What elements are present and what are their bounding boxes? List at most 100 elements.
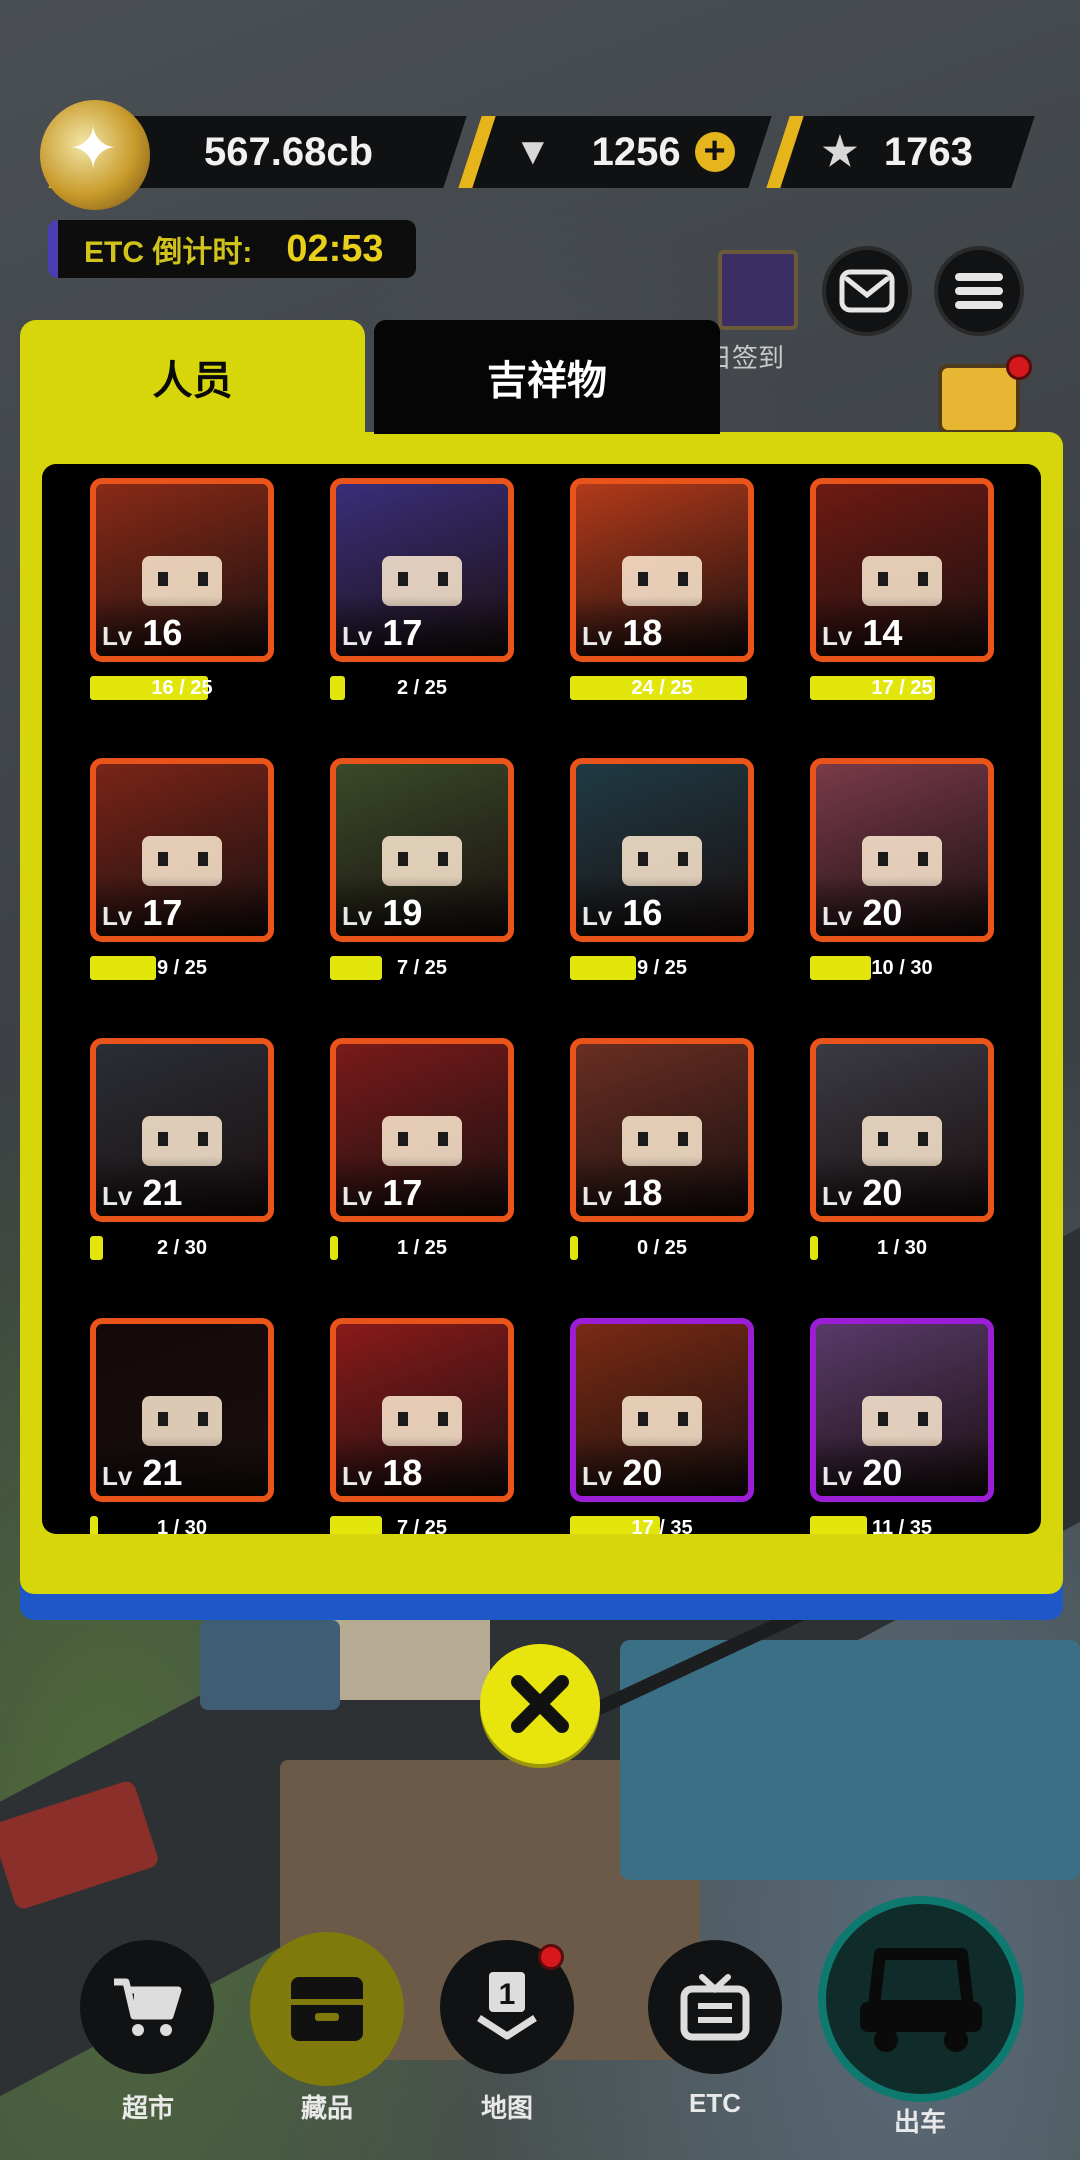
menu-button[interactable] [934,246,1024,336]
staff-card[interactable]: Lv 17 1 / 25 [330,1038,514,1260]
progress-text: 2 / 30 [156,1237,208,1259]
upgrade-progress-bar: 17 / 25 [810,676,994,700]
nav-collection-label: 藏品 [300,2093,353,2123]
staff-level: Lv 20 [582,1452,662,1494]
progress-text: 17 / 25 [871,677,933,699]
level-tag: Lv [342,901,373,931]
upgrade-progress-bar: 0 / 25 [570,1236,754,1260]
svg-text:1: 1 [499,1978,516,2011]
level-tag: Lv [342,1181,373,1211]
level-tag: Lv [102,1181,133,1211]
character-eye [918,1412,928,1426]
staff-card[interactable]: Lv 16 9 / 25 [570,758,754,980]
star-balance: 1763 [883,129,973,174]
level-tag: Lv [582,621,613,651]
staff-card[interactable]: Lv 20 17 / 35 [570,1318,754,1534]
staff-portrait: Lv 14 [810,478,994,662]
staff-card[interactable]: Lv 17 9 / 25 [90,758,274,980]
level-number: 16 [622,892,663,933]
staff-card[interactable]: Lv 19 7 / 25 [330,758,514,980]
nav-etc-button[interactable] [648,1940,782,2074]
level-tag: Lv [342,1461,373,1491]
staff-level: Lv 18 [582,612,662,654]
staff-card[interactable]: Lv 20 11 / 35 [810,1318,994,1534]
nav-etc-label: ETC [689,2088,741,2118]
upgrade-progress-bar: 1 / 30 [810,1236,994,1260]
staff-portrait: Lv 19 [330,758,514,942]
mail-button[interactable] [822,246,912,336]
level-number: 20 [862,1172,903,1213]
staff-portrait: Lv 21 [90,1038,274,1222]
level-tag: Lv [582,1461,613,1491]
staff-level: Lv 16 [102,612,182,654]
level-tag: Lv [102,901,133,931]
character-eye [198,572,208,586]
level-number: 18 [382,1452,423,1493]
upgrade-progress-bar: 17 / 35 [570,1516,754,1534]
progress-text: 1 / 25 [396,1237,448,1259]
nav-supermarket-button[interactable] [80,1940,214,2074]
etc-countdown-time: 02:53 [286,227,384,270]
nav-collection-button[interactable] [250,1932,404,2086]
tab-mascot-label: 吉祥物 [487,359,607,403]
character-eye [638,572,648,586]
character-eye [438,1132,448,1146]
character-eye [158,1412,168,1426]
staff-level: Lv 18 [582,1172,662,1214]
character-eye [438,852,448,866]
character-eye [638,1412,648,1426]
coin-balance: 567.68cb [204,129,374,174]
progress-text: 9 / 25 [156,957,208,979]
level-tag: Lv [102,1461,133,1491]
add-gems-button[interactable]: + [694,130,735,172]
tab-staff[interactable]: 人员 [20,320,365,434]
star-icon: ★ [822,130,858,174]
upgrade-progress-bar: 7 / 25 [330,1516,514,1534]
staff-level: Lv 21 [102,1172,182,1214]
progress-text: 10 / 30 [871,957,933,979]
mail-icon [839,269,895,313]
character-eye [918,852,928,866]
daily-signin-button[interactable] [718,250,798,330]
staff-card[interactable]: Lv 18 7 / 25 [330,1318,514,1534]
close-icon [511,1675,569,1733]
notification-dot [1006,354,1032,380]
progress-text: 17 / 35 [631,1517,693,1534]
level-number: 18 [622,1172,663,1213]
nav-dispatch-label: 出车 [893,2107,946,2137]
staff-card[interactable]: Lv 20 10 / 30 [810,758,994,980]
level-number: 20 [862,892,903,933]
level-number: 16 [142,612,183,653]
staff-card[interactable]: Lv 16 16 / 25 [90,478,274,700]
staff-portrait: Lv 20 [570,1318,754,1502]
staff-card[interactable]: Lv 18 0 / 25 [570,1038,754,1260]
staff-level: Lv 17 [342,1172,422,1214]
staff-card[interactable]: Lv 14 17 / 25 [810,478,994,700]
staff-portrait: Lv 17 [90,758,274,942]
staff-card[interactable]: Lv 21 2 / 30 [90,1038,274,1260]
level-number: 19 [382,892,423,933]
close-button[interactable] [480,1644,600,1764]
dispatch-car-button[interactable] [818,1896,1024,2102]
upgrade-progress-bar: 9 / 25 [570,956,754,980]
staff-card[interactable]: Lv 17 2 / 25 [330,478,514,700]
upgrade-progress-bar: 7 / 25 [330,956,514,980]
staff-level: Lv 19 [342,892,422,934]
character-eye [438,1412,448,1426]
upgrade-progress-bar: 10 / 30 [810,956,994,980]
gem-balance: 1256 [591,129,681,174]
progress-text: 24 / 25 [631,677,693,699]
character-eye [678,572,688,586]
staff-card[interactable]: Lv 20 1 / 30 [810,1038,994,1260]
staff-level: Lv 18 [342,1452,422,1494]
staff-level: Lv 20 [822,1172,902,1214]
staff-card[interactable]: Lv 18 24 / 25 [570,478,754,700]
character-eye [198,852,208,866]
tab-mascot[interactable]: 吉祥物 [374,320,720,434]
character-eye [638,852,648,866]
staff-card[interactable]: Lv 21 1 / 30 [90,1318,274,1534]
upgrade-progress-bar: 1 / 25 [330,1236,514,1260]
upgrade-progress-bar: 2 / 30 [90,1236,274,1260]
character-eye [878,1132,888,1146]
level-tag: Lv [342,621,373,651]
